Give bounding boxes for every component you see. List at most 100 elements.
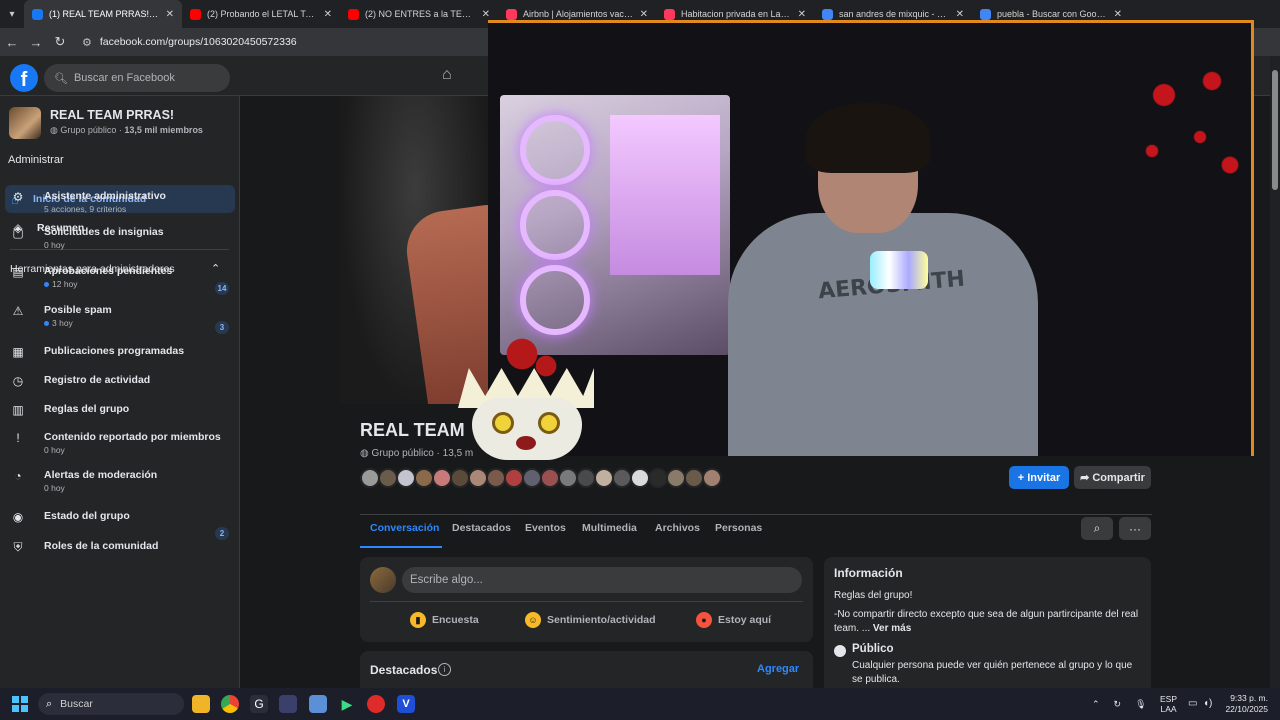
browser-tab[interactable]: (1) REAL TEAM PRRAS! | Facebook ✕ [24,0,182,28]
file-explorer-icon[interactable] [192,695,210,713]
close-icon[interactable]: ✕ [324,9,332,20]
language-indicator[interactable]: ESP LAA [1160,694,1177,714]
page-scrollbar[interactable] [1270,56,1280,688]
member-avatar[interactable] [504,468,524,488]
composer-action[interactable]: ▮ Encuesta [410,612,479,628]
tab-search-chevron-icon[interactable]: ▾ [0,0,24,28]
app-icon[interactable] [367,695,385,713]
network-icon[interactable]: ▭ [1188,698,1197,709]
member-avatars[interactable] [360,468,722,488]
member-avatar[interactable] [396,468,416,488]
sidebar-item-label: Asistente administrativo [44,190,166,202]
invite-button[interactable]: + Invitar [1009,466,1069,489]
sidebar-item[interactable]: ▦ Publicaciones programadas [11,345,231,359]
sidebar-item[interactable]: ▥ Reglas del grupo [11,403,231,417]
chevron-up-icon[interactable]: ⌃ [1092,699,1100,710]
group-avatar[interactable] [9,107,41,139]
member-avatar[interactable] [630,468,650,488]
group-name[interactable]: REAL TEAM PRRAS! [50,108,174,122]
back-icon[interactable]: ← [0,28,24,56]
app-icon[interactable] [279,695,297,713]
volume-icon[interactable]: ◖) [1203,698,1212,709]
member-avatar[interactable] [558,468,578,488]
group-member-count[interactable]: 13,5 mil miembros [124,125,203,135]
taskbar-search-input[interactable]: ⌕ Buscar [38,693,184,715]
chrome-icon[interactable] [221,695,239,713]
search-icon: ⌕ [46,697,53,710]
tab-multimedia[interactable]: Multimedia [582,522,637,534]
active-tab-indicator [360,546,442,548]
microphone-icon[interactable]: 🎙︎ [1135,699,1146,710]
calculator-icon[interactable] [309,695,327,713]
member-avatar[interactable] [666,468,686,488]
sidebar-item[interactable]: ▢ Solicitudes de insignias 0 hoy [11,226,231,250]
close-icon[interactable]: ✕ [640,9,648,20]
member-avatar[interactable] [378,468,398,488]
alert-icon: ◔ [14,469,22,483]
close-icon[interactable]: ✕ [482,9,490,20]
smiley-icon: ☺ [525,612,541,628]
sidebar-item[interactable]: ⚙ Asistente administrativo 5 acciones, 9 c… [11,190,231,214]
taskbar-clock[interactable]: 9:33 p. m. 22/10/2025 [1222,693,1268,715]
member-avatar[interactable] [612,468,632,488]
avatar[interactable] [370,567,396,593]
info-icon[interactable]: i [438,663,451,676]
member-avatar[interactable] [684,468,704,488]
member-avatar[interactable] [522,468,542,488]
member-avatar[interactable] [450,468,470,488]
facebook-logo-icon[interactable]: f [10,64,38,92]
share-button[interactable]: ➦ Compartir [1074,466,1151,489]
browser-tab[interactable]: (2) Probando el LETAL TACO DE ✕ [182,0,340,28]
sidebar-item-sub: 0 hoy [44,445,221,455]
more-options-button[interactable]: ··· [1119,517,1151,540]
member-avatar[interactable] [486,468,506,488]
sidebar-item[interactable]: ◔ Alertas de moderación 0 hoy [11,469,231,493]
home-icon[interactable]: ⌂ [442,66,462,86]
windows-start-icon[interactable] [12,696,28,712]
tab-eventos[interactable]: Eventos [525,522,566,534]
scrollbar-thumb[interactable] [1272,70,1278,190]
sidebar-item[interactable]: ⛨ Roles de la comunidad [11,540,231,555]
member-avatar[interactable] [468,468,488,488]
sidebar-item[interactable]: ! Contenido reportado por miembros 0 hoy [11,431,231,455]
member-avatar[interactable] [576,468,596,488]
approvals-icon: ▤ [12,265,24,279]
close-icon[interactable]: ✕ [1114,9,1122,20]
tab-conversacion[interactable]: Conversación [370,522,439,534]
vpn-icon[interactable]: V [397,695,415,713]
forward-icon[interactable]: → [24,28,48,56]
member-avatar[interactable] [702,468,722,488]
tab-personas[interactable]: Personas [715,522,762,534]
sidebar-item[interactable]: ▤ Aprobaciones pendientes 12 hoy [11,265,231,289]
health-icon: ◉ [12,510,24,524]
sidebar-item-sub: 12 hoy [44,279,172,289]
reload-icon[interactable]: ↻ [48,28,72,56]
play-icon[interactable]: ▶ [338,695,356,713]
member-avatar[interactable] [594,468,614,488]
tab-archivos[interactable]: Archivos [655,522,700,534]
sidebar-item[interactable]: ◷ Registro de actividad [11,374,231,388]
member-avatar[interactable] [414,468,434,488]
sidebar-item[interactable]: ◉ Estado del grupo [11,510,231,524]
close-icon[interactable]: ✕ [166,9,174,20]
close-icon[interactable]: ✕ [798,9,806,20]
member-avatar[interactable] [360,468,380,488]
member-avatar[interactable] [648,468,668,488]
browser-tab[interactable]: (2) NO ENTRES a la TERCERA SE ✕ [340,0,498,28]
facebook-search-input[interactable]: 🔍︎ Buscar en Facebook [44,64,230,92]
sidebar-item[interactable]: ⚠ Posible spam 3 hoy [11,304,231,328]
tab-destacados[interactable]: Destacados [452,522,511,534]
site-info-icon[interactable]: ⚙ [82,36,92,49]
close-icon[interactable]: ✕ [956,9,964,20]
featured-add-link[interactable]: Agregar [757,663,799,675]
member-avatar[interactable] [540,468,560,488]
url-field[interactable]: ⚙ facebook.com/groups/1063020450572336 [82,31,542,53]
see-more-link[interactable]: Ver más [873,623,911,634]
group-search-button[interactable]: ⌕ [1081,517,1113,540]
app-g-icon[interactable]: G [250,695,268,713]
member-avatar[interactable] [432,468,452,488]
composer-action[interactable]: ● Estoy aquí [696,612,771,628]
composer-action[interactable]: ☺ Sentimiento/actividad [525,612,656,628]
sync-icon[interactable]: ↻ [1114,699,1122,710]
composer-input[interactable]: Escribe algo... [402,567,802,593]
